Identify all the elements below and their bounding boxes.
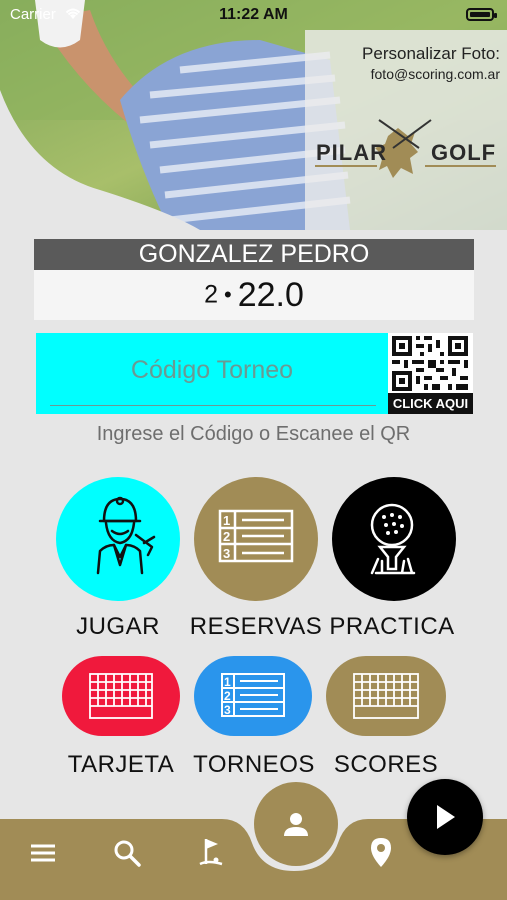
svg-text:1: 1 — [223, 513, 230, 528]
menu-button[interactable] — [28, 838, 58, 868]
profile-icon — [284, 813, 308, 836]
svg-text:2: 2 — [223, 529, 230, 544]
qr-code-icon — [392, 336, 468, 391]
search-icon — [114, 840, 141, 867]
golf-ball-tee-icon — [370, 503, 416, 575]
handicap-separator: • — [224, 282, 232, 307]
search-button[interactable] — [112, 838, 142, 868]
svg-text:3: 3 — [224, 703, 231, 717]
menu-icon — [31, 844, 55, 862]
play-icon — [437, 805, 455, 829]
personalize-photo-label[interactable]: Personalizar Foto: — [310, 44, 500, 64]
torneos-button[interactable]: 123 — [194, 656, 312, 736]
tarjeta-button[interactable] — [62, 656, 180, 736]
list-numbered-icon: 12 3 — [218, 509, 294, 563]
qr-click-label[interactable]: CLICK AQUI — [388, 393, 473, 414]
player-handicap-bar: 2 • 22.0 — [34, 270, 474, 320]
svg-text:2: 2 — [224, 689, 231, 703]
input-underline — [50, 405, 376, 406]
tournament-code-placeholder[interactable]: Código Torneo — [36, 356, 388, 385]
battery-icon — [466, 8, 497, 21]
status-time: 11:22 AM — [219, 6, 288, 23]
logo-text-right: GOLF — [431, 140, 497, 165]
jugar-button[interactable] — [56, 477, 180, 601]
golfer-icon — [96, 496, 156, 575]
personalize-photo-email: foto@scoring.com.ar — [370, 66, 500, 82]
location-icon — [371, 838, 391, 867]
player-handicap: 22.0 — [237, 276, 304, 314]
scores-grid-icon — [353, 673, 419, 719]
scores-button[interactable] — [326, 656, 446, 736]
svg-text:1: 1 — [224, 675, 231, 689]
play-button[interactable] — [407, 779, 483, 855]
scores-label: SCORES — [333, 751, 439, 778]
jugar-label: JUGAR — [76, 613, 160, 640]
course-button[interactable] — [196, 836, 226, 868]
location-button[interactable] — [366, 836, 396, 870]
player-number: 2 — [204, 280, 218, 309]
svg-text:3: 3 — [223, 546, 230, 561]
player-name: GONZALEZ PEDRO — [34, 239, 474, 270]
logo-text-left: PILAR — [316, 140, 387, 165]
tournament-hint: Ingrese el Código o Escanee el QR — [96, 423, 411, 445]
profile-button[interactable] — [254, 782, 338, 866]
tournament-list-icon: 123 — [221, 673, 285, 717]
practica-button[interactable] — [332, 477, 456, 601]
golf-hole-icon — [199, 839, 223, 866]
practica-label: PRACTICA — [329, 613, 455, 640]
scorecard-icon — [89, 673, 153, 719]
reservas-button[interactable]: 12 3 — [194, 477, 318, 601]
club-logo: PILAR GOLF — [313, 118, 498, 188]
